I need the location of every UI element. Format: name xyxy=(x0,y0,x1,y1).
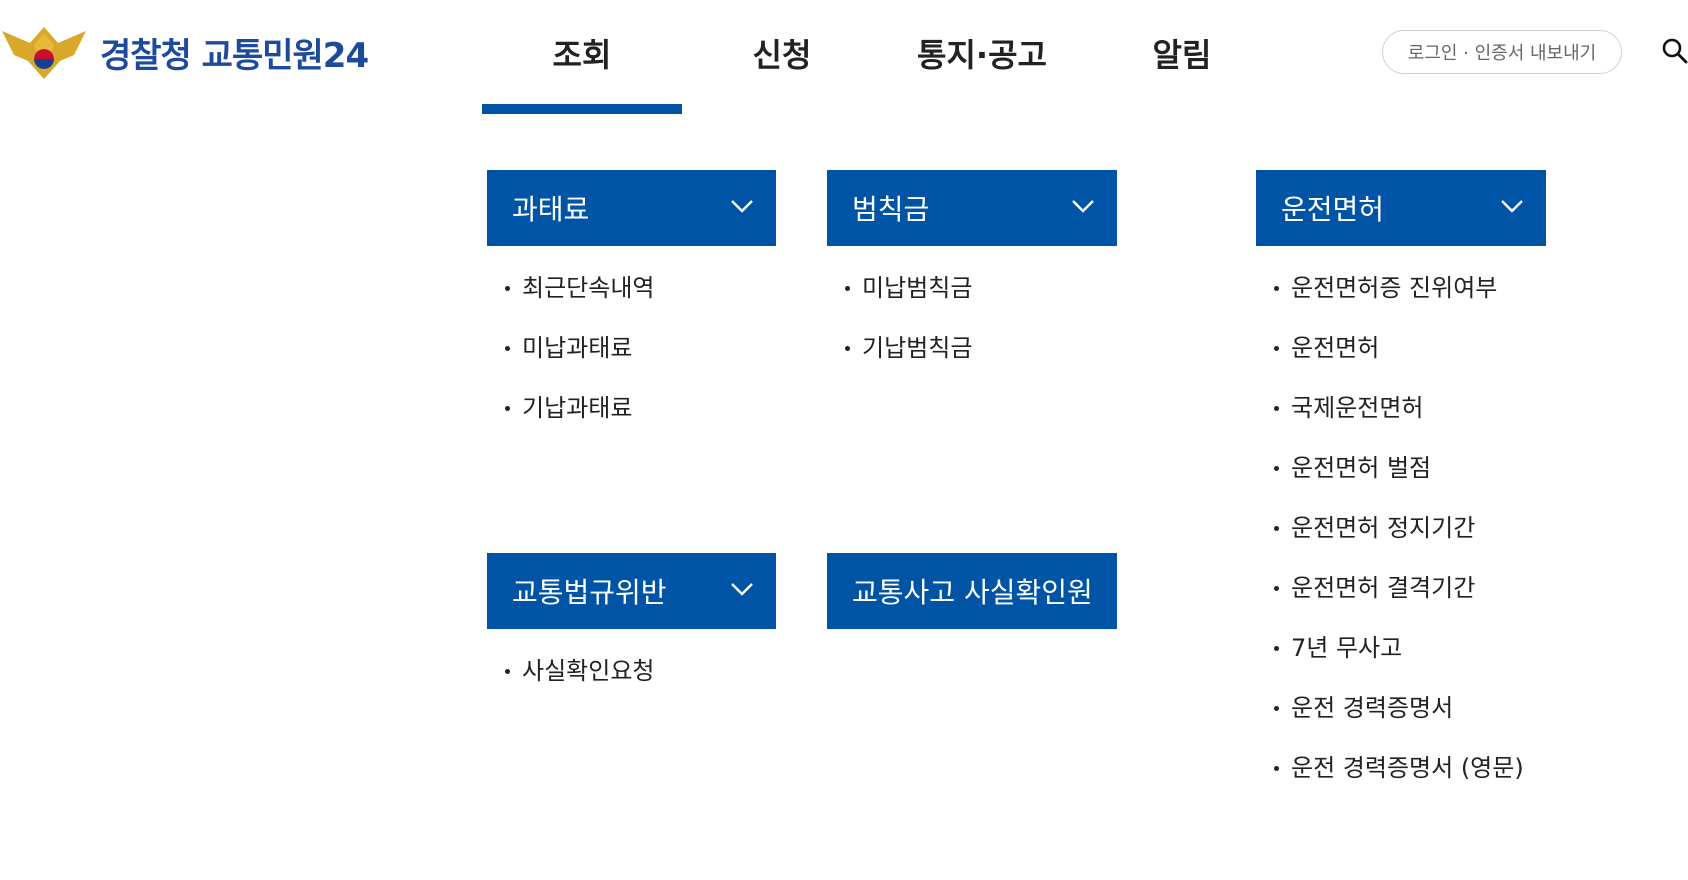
list-item[interactable]: 최근단속내역 xyxy=(487,273,654,333)
chevron-down-icon xyxy=(1072,200,1094,213)
bullet-icon xyxy=(1274,706,1279,711)
nav-item-apply[interactable]: 신청 xyxy=(682,30,882,76)
list-item[interactable]: 운전 경력증명서 xyxy=(1256,693,1524,753)
submenu-fine: 최근단속내역 미납과태료 기납과태료 xyxy=(487,273,654,453)
bullet-icon xyxy=(505,669,510,674)
menu-head-license[interactable]: 운전면허 xyxy=(1256,170,1546,246)
bullet-icon xyxy=(1274,766,1279,771)
menu-head-accident-certificate[interactable]: 교통사고 사실확인원 xyxy=(827,553,1117,629)
login-button[interactable]: 로그인 · 인증서 내보내기 xyxy=(1382,30,1622,74)
nav-item-alerts[interactable]: 알림 xyxy=(1082,30,1282,76)
chevron-down-icon xyxy=(731,583,753,596)
menu-head-fine[interactable]: 과태료 xyxy=(487,170,776,246)
list-item[interactable]: 운전면허 xyxy=(1256,333,1524,393)
list-item[interactable]: 운전면허 정지기간 xyxy=(1256,513,1524,573)
menu-head-label: 교통사고 사실확인원 xyxy=(852,576,1093,609)
bullet-icon xyxy=(845,286,850,291)
menu-head-label: 과태료 xyxy=(512,193,590,226)
menu-head-label: 교통법규위반 xyxy=(512,576,667,609)
chevron-down-icon xyxy=(1501,200,1523,213)
nav-item-notices[interactable]: 통지·공고 xyxy=(882,30,1082,76)
chevron-down-icon xyxy=(731,200,753,213)
search-icon[interactable] xyxy=(1660,36,1688,66)
bullet-icon xyxy=(505,346,510,351)
list-item[interactable]: 국제운전면허 xyxy=(1256,393,1524,453)
bullet-icon xyxy=(505,406,510,411)
bullet-icon xyxy=(1274,406,1279,411)
list-item[interactable]: 7년 무사고 xyxy=(1256,633,1524,693)
list-item[interactable]: 기납범칙금 xyxy=(827,333,972,393)
bullet-icon xyxy=(1274,586,1279,591)
bullet-icon xyxy=(1274,286,1279,291)
list-item[interactable]: 운전면허 결격기간 xyxy=(1256,573,1524,633)
bullet-icon xyxy=(1274,526,1279,531)
submenu-penalty: 미납범칙금 기납범칙금 xyxy=(827,273,972,393)
list-item[interactable]: 기납과태료 xyxy=(487,393,654,453)
list-item[interactable]: 사실확인요청 xyxy=(487,656,654,716)
list-item[interactable]: 운전면허증 진위여부 xyxy=(1256,273,1524,333)
list-item[interactable]: 운전 경력증명서 (영문) xyxy=(1256,753,1524,813)
nav-item-inquiry[interactable]: 조회 xyxy=(482,30,682,76)
bullet-icon xyxy=(845,346,850,351)
bullet-icon xyxy=(1274,346,1279,351)
submenu-license: 운전면허증 진위여부 운전면허 국제운전면허 운전면허 벌점 운전면허 정지기간… xyxy=(1256,273,1524,813)
menu-head-penalty[interactable]: 범칙금 xyxy=(827,170,1117,246)
bullet-icon xyxy=(1274,646,1279,651)
nav-active-indicator xyxy=(482,104,682,114)
submenu-violation: 사실확인요청 xyxy=(487,656,654,716)
menu-head-violation[interactable]: 교통법규위반 xyxy=(487,553,776,629)
menu-head-label: 운전면허 xyxy=(1281,193,1385,226)
list-item[interactable]: 미납범칙금 xyxy=(827,273,972,333)
bullet-icon xyxy=(505,286,510,291)
list-item[interactable]: 운전면허 벌점 xyxy=(1256,453,1524,513)
menu-head-label: 범칙금 xyxy=(852,193,930,226)
bullet-icon xyxy=(1274,466,1279,471)
list-item[interactable]: 미납과태료 xyxy=(487,333,654,393)
